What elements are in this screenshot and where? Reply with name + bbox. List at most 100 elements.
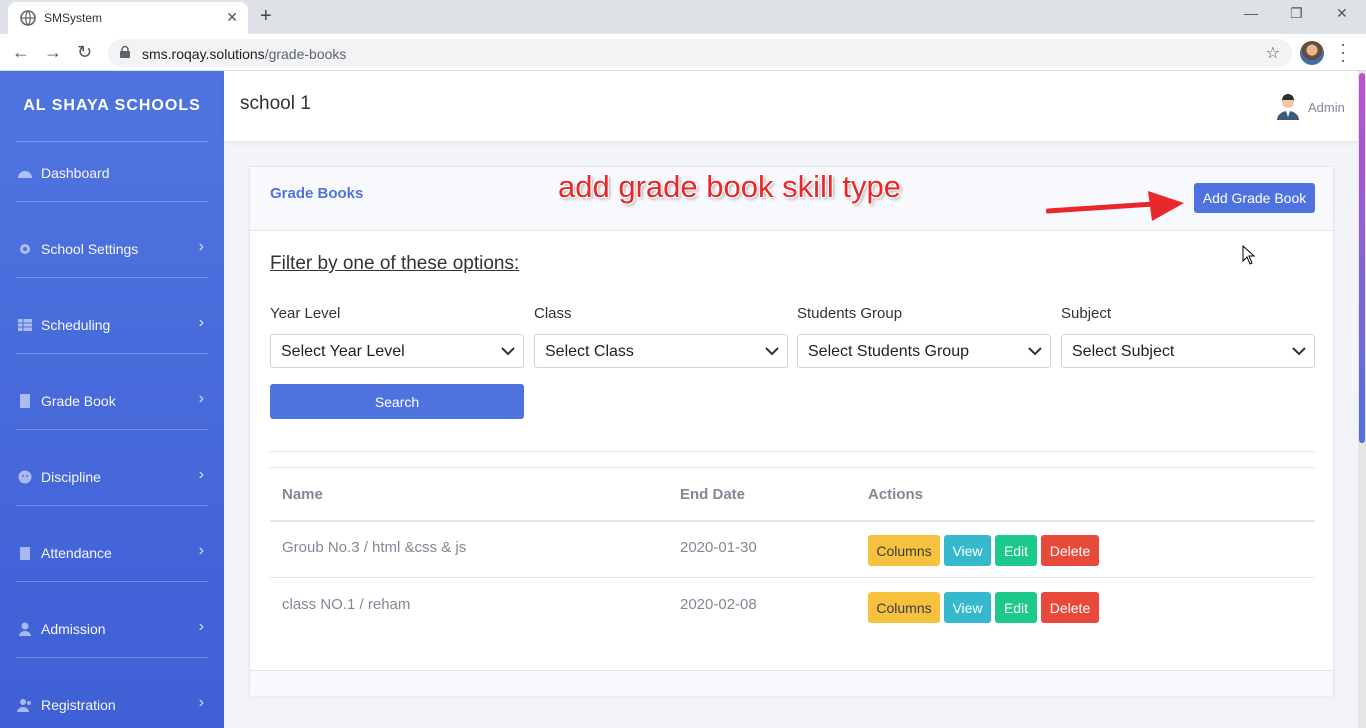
chevron-right-icon: › xyxy=(198,542,204,559)
section-divider xyxy=(270,451,1315,452)
subject-value: Select Subject xyxy=(1072,343,1175,360)
view-button[interactable]: View xyxy=(944,535,991,566)
row-name: class NO.1 / reham xyxy=(282,596,411,613)
new-tab-icon[interactable]: + xyxy=(260,5,272,28)
table-header-border xyxy=(270,520,1315,522)
gear-icon xyxy=(20,244,30,254)
sidebar-item-label: Scheduling xyxy=(41,317,111,333)
table-top-border xyxy=(270,467,1315,468)
scrollbar-thumb[interactable] xyxy=(1359,73,1365,443)
view-button[interactable]: View xyxy=(944,592,991,623)
chevron-down-icon xyxy=(1292,347,1306,356)
sidebar-item-scheduling[interactable]: Scheduling › xyxy=(0,310,224,340)
url-host: sms.roqay.solutions xyxy=(142,46,265,62)
class-value: Select Class xyxy=(545,343,634,360)
sidebar-item-grade-book[interactable]: Grade Book › xyxy=(0,386,224,416)
sidebar-item-label: Admission xyxy=(41,621,106,637)
table-icon xyxy=(18,319,32,331)
sidebar-divider xyxy=(16,277,208,278)
column-header-end-date: End Date xyxy=(680,486,746,503)
row-name: Groub No.3 / html &css & js xyxy=(282,539,467,556)
sidebar-item-label: Registration xyxy=(41,697,116,713)
topbar: school 1 Admin xyxy=(224,71,1358,141)
dashboard-icon xyxy=(18,171,32,178)
chevron-right-icon: › xyxy=(198,314,204,331)
chevron-right-icon: › xyxy=(198,466,204,483)
card-header: Grade Books add grade book skill type Ad… xyxy=(250,167,1333,231)
chevron-right-icon: › xyxy=(198,694,204,711)
row-end-date: 2020-02-08 xyxy=(680,596,757,613)
sidebar-divider xyxy=(16,505,208,506)
class-label: Class xyxy=(534,305,572,322)
sidebar-divider xyxy=(16,429,208,430)
delete-button[interactable]: Delete xyxy=(1041,592,1099,623)
sidebar-item-discipline[interactable]: Discipline › xyxy=(0,462,224,492)
restore-icon[interactable]: ❐ xyxy=(1290,5,1303,22)
avatar xyxy=(1277,94,1299,120)
sidebar-item-admission[interactable]: Admission › xyxy=(0,614,224,644)
minimize-icon[interactable]: — xyxy=(1244,5,1258,21)
add-grade-book-button[interactable]: Add Grade Book xyxy=(1194,183,1315,213)
sidebar-divider xyxy=(16,353,208,354)
subject-select[interactable]: Select Subject xyxy=(1061,334,1315,368)
sidebar-divider xyxy=(16,657,208,658)
year-level-select[interactable]: Select Year Level xyxy=(270,334,524,368)
back-icon[interactable]: ← xyxy=(12,42,30,63)
sidebar-divider xyxy=(16,201,208,202)
close-window-icon[interactable]: ✕ xyxy=(1336,5,1348,22)
page-scrollbar[interactable] xyxy=(1358,71,1366,728)
sidebar-item-label: Attendance xyxy=(41,545,112,561)
face-icon xyxy=(18,470,32,484)
sidebar-item-school-settings[interactable]: School Settings › xyxy=(0,234,224,264)
annotation-arrow-icon xyxy=(1046,191,1184,221)
globe-icon xyxy=(20,10,36,26)
chevron-down-icon xyxy=(1028,347,1042,356)
sidebar-item-label: School Settings xyxy=(41,241,139,257)
users-icon xyxy=(17,699,31,712)
annotation-text: add grade book skill type xyxy=(558,169,901,204)
delete-button[interactable]: Delete xyxy=(1041,535,1099,566)
browser-tab[interactable]: SMSystem ✕ xyxy=(8,2,248,34)
url-field[interactable]: sms.roqay.solutions/grade-books ☆ xyxy=(108,39,1292,67)
browser-menu-icon[interactable]: · · · xyxy=(1340,35,1346,69)
forward-icon[interactable]: → xyxy=(44,42,62,63)
grade-books-card: Grade Books add grade book skill type Ad… xyxy=(249,166,1334,696)
sidebar-item-dashboard[interactable]: Dashboard xyxy=(0,158,224,188)
column-header-actions: Actions xyxy=(868,486,924,503)
close-tab-icon[interactable]: ✕ xyxy=(226,9,238,26)
profile-avatar[interactable] xyxy=(1300,41,1324,65)
brand-title[interactable]: AL SHAYA SCHOOLS xyxy=(0,97,224,115)
sidebar-divider xyxy=(16,141,208,142)
class-select[interactable]: Select Class xyxy=(534,334,788,368)
bookmark-star-icon[interactable]: ☆ xyxy=(1266,43,1280,63)
book-icon xyxy=(20,394,30,408)
row-end-date: 2020-01-30 xyxy=(680,539,757,556)
browser-tab-title: SMSystem xyxy=(44,11,103,25)
chevron-right-icon: › xyxy=(198,390,204,407)
filter-heading: Filter by one of these options: xyxy=(270,253,520,274)
sidebar-item-registration[interactable]: Registration › xyxy=(0,690,224,720)
reload-icon[interactable]: ↻ xyxy=(77,42,92,63)
sidebar-item-attendance[interactable]: Attendance › xyxy=(0,538,224,568)
chevron-right-icon: › xyxy=(198,238,204,255)
subject-label: Subject xyxy=(1061,305,1112,322)
mouse-cursor-icon xyxy=(1242,245,1256,265)
students-group-value: Select Students Group xyxy=(808,343,969,360)
edit-button[interactable]: Edit xyxy=(995,535,1037,566)
sidebar-divider xyxy=(16,581,208,582)
columns-button[interactable]: Columns xyxy=(868,592,940,623)
sidebar-item-label: Grade Book xyxy=(41,393,116,409)
students-group-select[interactable]: Select Students Group xyxy=(797,334,1051,368)
columns-button[interactable]: Columns xyxy=(868,535,940,566)
clipboard-icon xyxy=(20,547,30,560)
search-button[interactable]: Search xyxy=(270,384,524,419)
row-divider xyxy=(270,577,1315,578)
chevron-down-icon xyxy=(501,347,515,356)
students-group-label: Students Group xyxy=(797,305,903,322)
year-level-value: Select Year Level xyxy=(281,343,405,360)
browser-tab-strip: SMSystem ✕ + — ❐ ✕ xyxy=(0,0,1366,34)
edit-button[interactable]: Edit xyxy=(995,592,1037,623)
chevron-right-icon: › xyxy=(198,618,204,635)
sidebar: AL SHAYA SCHOOLS Dashboard School Settin… xyxy=(0,71,224,728)
sidebar-item-label: Discipline xyxy=(41,469,101,485)
